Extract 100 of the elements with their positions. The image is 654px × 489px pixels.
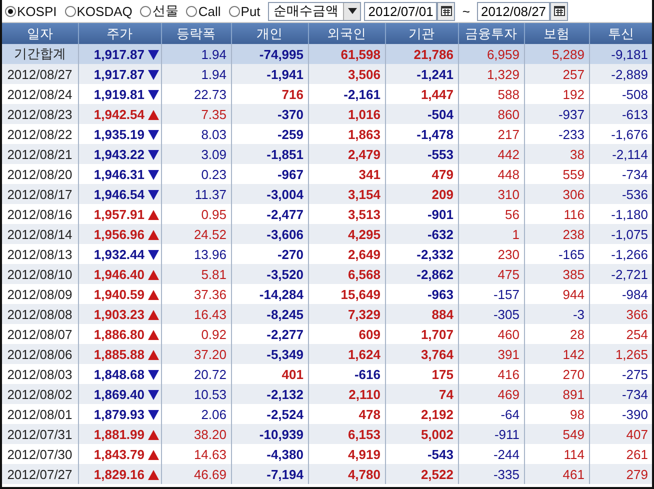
column-header[interactable]: 주가 <box>78 23 161 44</box>
value-cell: 2,479 <box>308 144 385 164</box>
value-cell: 385 <box>524 264 589 284</box>
value-cell: 5,002 <box>385 424 458 444</box>
value-cell: -2,862 <box>385 264 458 284</box>
value-cell: 257 <box>524 64 589 84</box>
market-radio[interactable]: 선물 <box>140 2 178 20</box>
date-cell: 기간합계 <box>2 44 78 64</box>
value-cell: -1,851 <box>231 144 308 164</box>
price-value: 1,917.87 <box>94 66 144 82</box>
range-separator: ~ <box>462 4 470 18</box>
price-value: 1,886.80 <box>94 326 144 342</box>
column-header[interactable]: 개인 <box>231 23 308 44</box>
value-cell: 860 <box>458 104 524 124</box>
change-cell: 11.37 <box>161 184 231 204</box>
value-cell: -3 <box>524 304 589 324</box>
column-header[interactable]: 금융투자 <box>458 23 524 44</box>
value-cell: -2,114 <box>589 144 652 164</box>
change-cell: 46.69 <box>161 464 231 484</box>
date-cell: 2012/08/08 <box>2 304 78 324</box>
date-cell: 2012/08/13 <box>2 244 78 264</box>
value-cell: 891 <box>524 384 589 404</box>
price-value: 1,957.91 <box>94 206 144 222</box>
value-cell: -3,004 <box>231 184 308 204</box>
value-cell: 7,329 <box>308 304 385 324</box>
market-radio[interactable]: Call <box>186 4 221 18</box>
calendar-button[interactable] <box>437 2 456 20</box>
value-cell: -3,520 <box>231 264 308 284</box>
price-value: 1,843.79 <box>94 446 144 462</box>
market-radio[interactable]: KOSPI <box>5 4 57 18</box>
value-cell: 469 <box>458 384 524 404</box>
value-cell: -504 <box>385 104 458 124</box>
date-cell: 2012/07/31 <box>2 424 78 444</box>
value-cell: -305 <box>458 304 524 324</box>
value-cell: -2,132 <box>231 384 308 404</box>
value-cell: 74 <box>385 384 458 404</box>
change-cell: 1.94 <box>161 44 231 64</box>
value-cell: -734 <box>589 384 652 404</box>
change-cell: 38.20 <box>161 424 231 444</box>
price-value: 1,935.19 <box>94 126 144 142</box>
calendar-icon <box>554 6 565 16</box>
date-cell: 2012/08/03 <box>2 364 78 384</box>
column-header[interactable]: 일자 <box>2 23 78 44</box>
column-header[interactable]: 투신 <box>589 23 652 44</box>
value-cell: -2,889 <box>589 64 652 84</box>
value-cell: -7,194 <box>231 464 308 484</box>
price-value: 1,932.44 <box>94 246 144 262</box>
price-value: 1,903.23 <box>94 306 144 322</box>
price-value: 1,829.16 <box>94 466 144 482</box>
value-cell: 3,506 <box>308 64 385 84</box>
value-cell: -3,606 <box>231 224 308 244</box>
price-value: 1,956.96 <box>94 226 144 242</box>
column-header[interactable]: 보험 <box>524 23 589 44</box>
value-cell: -335 <box>458 464 524 484</box>
price-value: 1,940.59 <box>94 286 144 302</box>
date-cell: 2012/07/27 <box>2 464 78 484</box>
price-value: 1,848.68 <box>94 366 144 382</box>
value-cell: 1,265 <box>589 344 652 364</box>
value-cell: -8,245 <box>231 304 308 324</box>
date-cell: 2012/08/17 <box>2 184 78 204</box>
change-cell: 7.35 <box>161 104 231 124</box>
change-cell: 1.94 <box>161 64 231 84</box>
start-date-field[interactable]: 2012/07/01 <box>364 2 438 20</box>
value-cell: 3,764 <box>385 344 458 364</box>
value-cell: 142 <box>524 344 589 364</box>
value-cell: 238 <box>524 224 589 244</box>
value-cell: 209 <box>385 184 458 204</box>
value-cell: -613 <box>589 104 652 124</box>
price-value: 1,885.88 <box>94 346 144 362</box>
column-header[interactable]: 외국인 <box>308 23 385 44</box>
measure-dropdown[interactable]: 순매수금액 <box>268 2 362 20</box>
value-cell: 407 <box>589 424 652 444</box>
date-cell: 2012/08/16 <box>2 204 78 224</box>
dropdown-arrow-icon <box>348 8 357 14</box>
value-cell: 2,522 <box>385 464 458 484</box>
market-radio[interactable]: Put <box>228 4 260 18</box>
value-cell: 442 <box>458 144 524 164</box>
column-header[interactable]: 등락폭 <box>161 23 231 44</box>
value-cell: 1,624 <box>308 344 385 364</box>
value-cell: 1 <box>458 224 524 244</box>
calendar-button[interactable] <box>550 2 568 20</box>
value-cell: 2,110 <box>308 384 385 404</box>
value-cell: 461 <box>524 464 589 484</box>
end-date-field[interactable]: 2012/08/27 <box>476 2 550 20</box>
value-cell: -536 <box>589 184 652 204</box>
price-value: 1,942.54 <box>94 106 144 122</box>
value-cell: 4,780 <box>308 464 385 484</box>
date-cell: 2012/08/02 <box>2 384 78 404</box>
value-cell: 61,598 <box>308 44 385 64</box>
value-cell: -937 <box>524 104 589 124</box>
value-cell: -553 <box>385 144 458 164</box>
market-radio[interactable]: KOSDAQ <box>64 4 132 18</box>
column-header[interactable]: 기관 <box>385 23 458 44</box>
change-cell: 3.09 <box>161 144 231 164</box>
value-cell: -2,721 <box>589 264 652 284</box>
price-value: 1,869.40 <box>94 386 144 402</box>
date-cell: 2012/08/07 <box>2 324 78 344</box>
value-cell: 1,016 <box>308 104 385 124</box>
price-value: 1,946.31 <box>94 166 144 182</box>
value-cell: 310 <box>458 184 524 204</box>
